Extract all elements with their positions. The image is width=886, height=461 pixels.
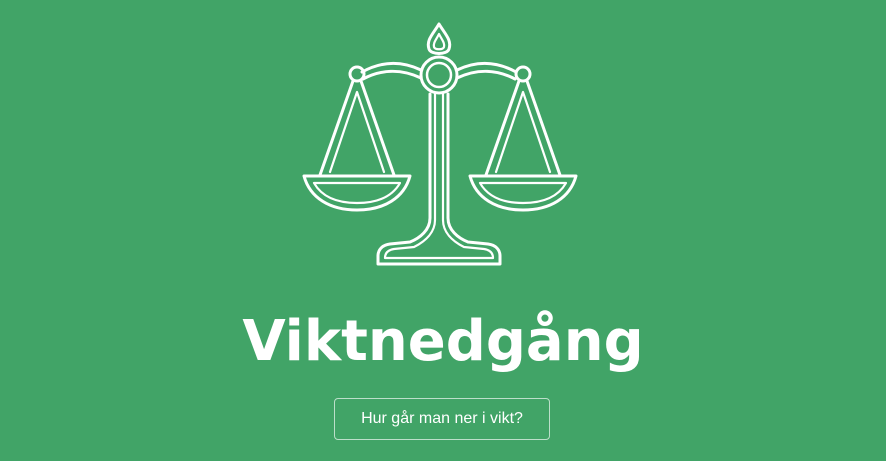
hero-section: Viktnedgång Hur går man ner i vikt? xyxy=(0,0,886,461)
page-title: Viktnedgång xyxy=(242,309,644,374)
how-to-lose-weight-button[interactable]: Hur går man ner i vikt? xyxy=(334,398,550,440)
balance-scale-icon xyxy=(302,22,578,266)
